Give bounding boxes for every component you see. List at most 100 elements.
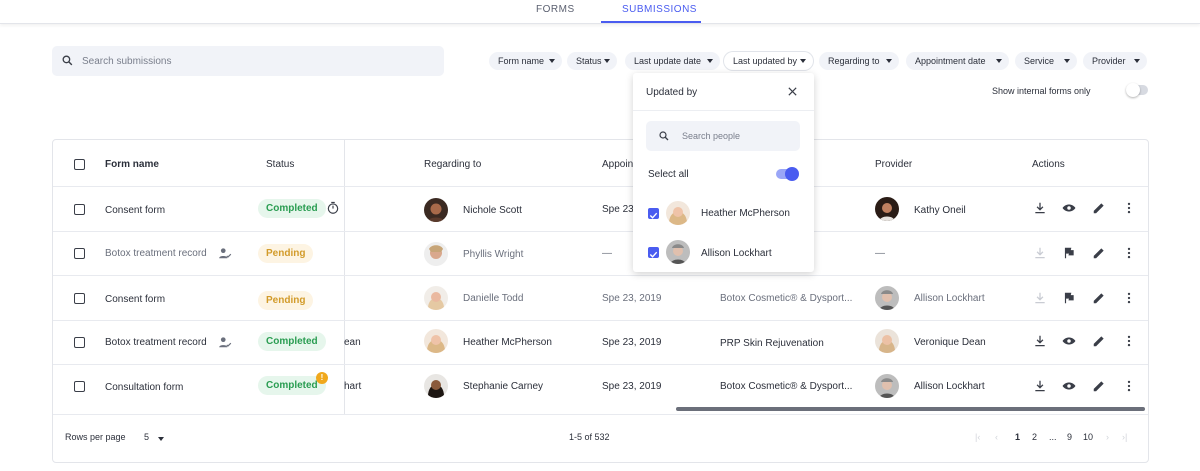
page-link[interactable]: 2 <box>1032 432 1037 442</box>
service-name: Botox Cosmetic® & Dysport... <box>720 381 853 392</box>
person-name[interactable]: Allison Lockhart <box>701 248 772 259</box>
avatar <box>424 198 448 222</box>
more-icon[interactable] <box>1122 246 1136 260</box>
row-checkbox[interactable] <box>74 293 85 304</box>
flag-icon[interactable] <box>1062 246 1076 260</box>
search-input[interactable]: Search submissions <box>52 46 444 76</box>
eye-icon[interactable] <box>1062 201 1076 215</box>
filter-service[interactable]: Service <box>1015 52 1077 70</box>
filter-appointment-date[interactable]: Appointment date <box>906 52 1009 70</box>
first-page-icon[interactable]: |‹ <box>975 432 980 442</box>
dropdown-title: Updated by <box>646 87 698 98</box>
provider-name: Allison Lockhart <box>914 293 985 304</box>
user-check-icon <box>219 337 232 348</box>
search-icon <box>659 131 669 141</box>
row-divider <box>53 231 1148 232</box>
filter-form-name[interactable]: Form name <box>489 52 562 70</box>
regarding-name: Stephanie Carney <box>463 381 544 392</box>
row-checkbox[interactable] <box>74 248 85 259</box>
row-checkbox[interactable] <box>74 337 85 348</box>
page-range: 1-5 of 532 <box>569 432 610 442</box>
edit-icon[interactable] <box>1092 291 1106 305</box>
header-actions: Actions <box>1032 159 1065 170</box>
user-check-icon <box>219 248 232 259</box>
chevron-down-icon <box>158 437 164 441</box>
rows-per-page-label: Rows per page <box>65 432 126 442</box>
form-name[interactable]: Consent form <box>105 205 165 216</box>
provider-name: — <box>875 248 885 259</box>
download-icon[interactable] <box>1033 334 1047 348</box>
sticky-column-divider <box>344 140 345 415</box>
rows-per-page-select[interactable]: 5 <box>139 428 170 448</box>
filter-last-update-date[interactable]: Last update date <box>625 52 720 70</box>
internal-forms-toggle[interactable] <box>1126 83 1148 97</box>
download-icon[interactable] <box>1033 379 1047 393</box>
chevron-down-icon <box>996 59 1002 63</box>
row-divider <box>53 414 1148 415</box>
avatar <box>875 329 899 353</box>
next-page-icon[interactable]: › <box>1106 432 1109 442</box>
eye-icon[interactable] <box>1062 379 1076 393</box>
row-divider <box>53 364 1148 365</box>
form-name[interactable]: Botox treatment record <box>105 337 207 348</box>
header-regarding[interactable]: Regarding to <box>424 159 481 170</box>
status-badge: Pending <box>258 291 314 310</box>
more-icon[interactable] <box>1122 201 1136 215</box>
appointment-date: Spe 23, 2019 <box>602 293 662 304</box>
timer-icon[interactable] <box>326 201 340 215</box>
people-search-input[interactable]: Search people <box>646 121 800 151</box>
dropdown-divider <box>633 110 814 111</box>
header-provider[interactable]: Provider <box>875 159 912 170</box>
filter-provider[interactable]: Provider <box>1083 52 1147 70</box>
edit-icon[interactable] <box>1092 334 1106 348</box>
page-link[interactable]: 1 <box>1015 432 1020 442</box>
edit-icon[interactable] <box>1092 246 1106 260</box>
filter-last-updated-by[interactable]: Last updated by <box>724 52 813 70</box>
form-name[interactable]: Consultation form <box>105 382 183 393</box>
warning-icon[interactable]: ! <box>316 372 328 384</box>
chevron-down-icon <box>1134 59 1140 63</box>
search-icon <box>62 55 73 66</box>
service-name: Botox Cosmetic® & Dysport... <box>720 293 853 304</box>
person-checkbox[interactable] <box>648 247 659 258</box>
status-badge: Completed <box>258 199 326 218</box>
horizontal-scrollbar[interactable] <box>676 407 1145 411</box>
select-all-toggle[interactable] <box>776 167 799 181</box>
page-link[interactable]: 9 <box>1067 432 1072 442</box>
provider-name: Veronique Dean <box>914 337 986 348</box>
header-form-name[interactable]: Form name <box>105 159 159 170</box>
page-link[interactable]: 10 <box>1083 432 1093 442</box>
partial-cell: ean <box>344 337 361 348</box>
tab-forms[interactable]: FORMS <box>536 4 575 15</box>
person-checkbox[interactable] <box>648 208 659 219</box>
download-icon[interactable] <box>1033 201 1047 215</box>
more-icon[interactable] <box>1122 334 1136 348</box>
row-divider <box>53 275 1148 276</box>
more-icon[interactable] <box>1122 291 1136 305</box>
close-icon[interactable] <box>787 86 798 97</box>
avatar <box>424 286 448 310</box>
edit-icon[interactable] <box>1092 379 1106 393</box>
flag-icon[interactable] <box>1062 291 1076 305</box>
person-name[interactable]: Heather McPherson <box>701 208 790 219</box>
row-checkbox[interactable] <box>74 381 85 392</box>
more-icon[interactable] <box>1122 379 1136 393</box>
chevron-down-icon <box>604 59 610 63</box>
prev-page-icon[interactable]: ‹ <box>995 432 998 442</box>
filter-regarding-to[interactable]: Regarding to <box>819 52 899 70</box>
chevron-down-icon <box>549 59 555 63</box>
row-checkbox[interactable] <box>74 204 85 215</box>
internal-forms-label: Show internal forms only <box>992 86 1091 96</box>
filter-status[interactable]: Status <box>567 52 617 70</box>
header-status[interactable]: Status <box>266 159 294 170</box>
last-page-icon[interactable]: ›| <box>1122 432 1127 442</box>
select-all-rows-checkbox[interactable] <box>74 159 85 170</box>
eye-icon[interactable] <box>1062 334 1076 348</box>
chevron-down-icon <box>707 59 713 63</box>
header-appointment[interactable]: Appoin <box>602 159 633 170</box>
tab-submissions[interactable]: SUBMISSIONS <box>622 4 697 15</box>
form-name[interactable]: Botox treatment record <box>105 248 207 259</box>
form-name[interactable]: Consent form <box>105 294 165 305</box>
edit-icon[interactable] <box>1092 201 1106 215</box>
provider-name: Kathy Oneil <box>914 205 966 216</box>
